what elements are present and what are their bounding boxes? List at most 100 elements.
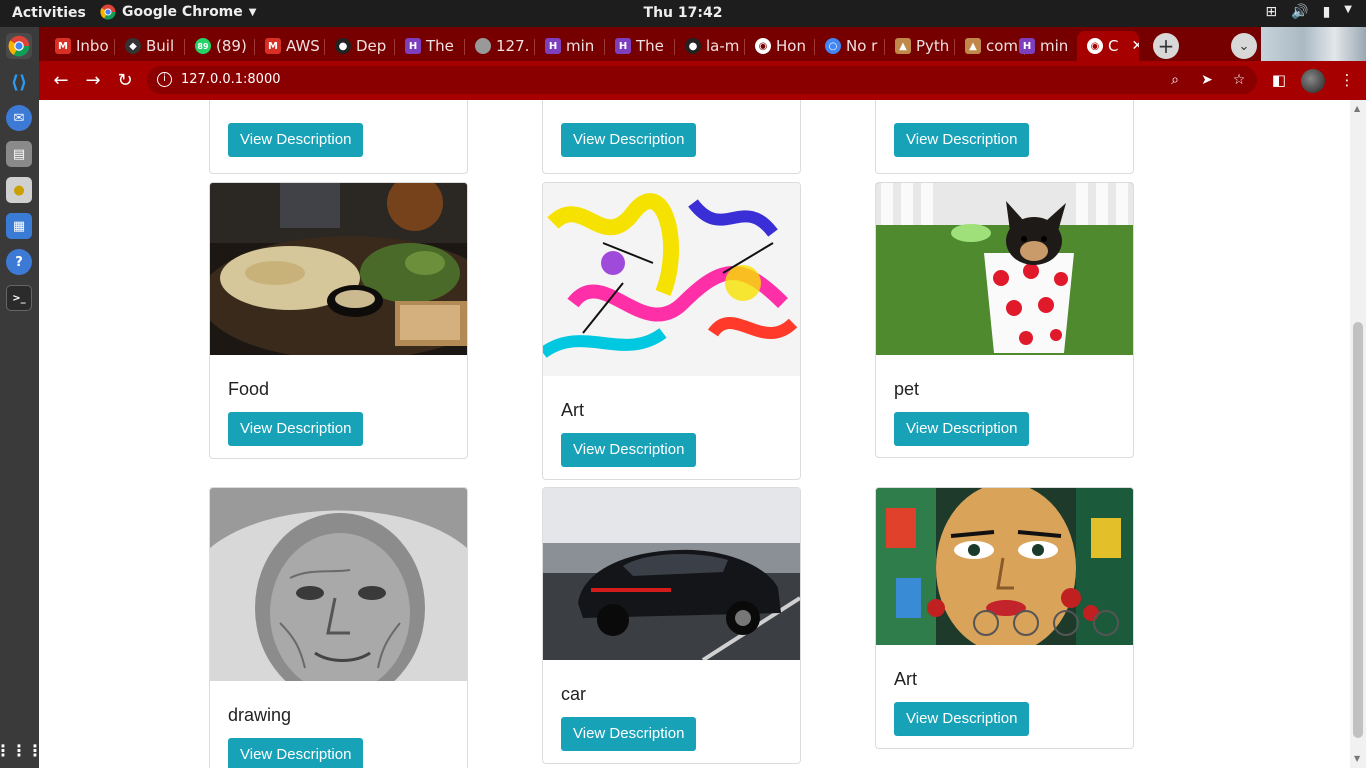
- tab-python[interactable]: ▲ Pyth: [885, 31, 955, 61]
- card-drawing: drawing View Description: [209, 487, 468, 768]
- dock-thunderbird[interactable]: ✉: [6, 105, 32, 131]
- tab-title: Buil: [146, 37, 175, 55]
- tab-title: la-m: [706, 37, 740, 55]
- info-icon[interactable]: i: [157, 72, 172, 87]
- tab-localhost[interactable]: 127.: [465, 31, 535, 61]
- tab-inbox[interactable]: M Inbo: [45, 31, 115, 61]
- view-description-button[interactable]: View Description: [894, 702, 1030, 736]
- menu-icon[interactable]: ⋮: [1337, 70, 1357, 90]
- black-sports-car-image: [543, 488, 800, 662]
- tab-title: The: [636, 37, 664, 55]
- dock-vscode[interactable]: ⟨⟩: [6, 69, 32, 95]
- tab-home[interactable]: ◉ Hon: [745, 31, 815, 61]
- terminal-icon: >_: [12, 292, 26, 304]
- globe-icon: ◉: [1087, 38, 1103, 54]
- view-description-button[interactable]: View Description: [228, 738, 364, 768]
- activities-button[interactable]: Activities: [12, 5, 86, 21]
- volume-icon: 🔊: [1291, 4, 1309, 20]
- loading-icon: [475, 38, 491, 54]
- github-icon: ●: [335, 38, 351, 54]
- tab-title: min: [1040, 37, 1069, 55]
- tab-title: The: [426, 37, 454, 55]
- abstract-paint-image: [543, 183, 800, 376]
- gmail-icon: M: [265, 38, 281, 54]
- card-title: pet: [894, 379, 920, 399]
- tab-search-button[interactable]: ⌄: [1231, 33, 1257, 59]
- card-art-1: Art View Description: [542, 182, 801, 480]
- hashnode-icon: H: [545, 38, 561, 54]
- tab-current[interactable]: ◉ C ✕: [1077, 31, 1139, 61]
- tab-mini-1[interactable]: Hmin: [535, 31, 605, 61]
- zoom-icon[interactable]: ⌕: [1165, 70, 1185, 90]
- forward-button[interactable]: →: [82, 69, 104, 91]
- chevron-down-icon: ▼: [248, 6, 257, 18]
- card-top-3: food View Description: [875, 100, 1134, 174]
- dock-chrome[interactable]: [6, 33, 32, 59]
- back-button[interactable]: ←: [50, 69, 72, 91]
- send-icon[interactable]: ➤: [1197, 70, 1217, 90]
- bookmark-star-icon[interactable]: ☆: [1229, 70, 1249, 90]
- show-apps-button[interactable]: ⋮⋮⋮: [0, 737, 43, 763]
- chrome-icon: [8, 35, 30, 57]
- browser-toolbar: ← → ↻ i 127.0.0.1:8000 ⌕ ➤ ☆ ◧ ⋮: [39, 61, 1366, 100]
- app-menu[interactable]: Google Chrome ▼: [100, 4, 256, 20]
- dock-help[interactable]: ?: [6, 249, 32, 275]
- chrome-icon: [100, 4, 116, 20]
- page-viewport: drawing View Description car View Descri…: [39, 100, 1350, 768]
- card-title: Art: [561, 400, 585, 420]
- system-tray[interactable]: ⊞ 🔊 ▮ ▼: [1265, 4, 1352, 20]
- page-scrollbar[interactable]: ▲ ▼: [1350, 100, 1366, 768]
- scroll-up-arrow-icon[interactable]: ▲: [1354, 104, 1360, 113]
- new-tab-button[interactable]: +: [1153, 33, 1179, 59]
- mail-icon: ✉: [13, 110, 25, 126]
- side-panel-icon[interactable]: ◧: [1269, 70, 1289, 90]
- address-bar[interactable]: i 127.0.0.1:8000 ⌕ ➤ ☆: [147, 66, 1257, 94]
- view-description-button[interactable]: View Description: [894, 123, 1030, 157]
- tab-la-m[interactable]: ● la-m: [675, 31, 745, 61]
- app-name: Google Chrome: [122, 4, 243, 20]
- music-icon: ●: [13, 182, 25, 198]
- tab-title: Pyth: [916, 37, 950, 55]
- tab-no-r[interactable]: ○ No r: [815, 31, 885, 61]
- arrow-left-icon: ←: [53, 69, 69, 91]
- tab-aws[interactable]: M AWS: [255, 31, 325, 61]
- card-title: Food: [228, 379, 270, 399]
- tab-mini-2[interactable]: Hmin: [1009, 31, 1075, 61]
- dock-terminal[interactable]: >_: [6, 285, 32, 311]
- view-description-button[interactable]: View Description: [561, 433, 697, 467]
- reload-button[interactable]: ↻: [114, 69, 136, 91]
- view-description-button[interactable]: View Description: [894, 412, 1030, 446]
- system-top-bar: Activities Google Chrome ▼ Thu 17:42 ⊞ 🔊…: [0, 0, 1366, 27]
- arrow-right-icon: →: [85, 69, 101, 91]
- hashnode-icon: H: [1019, 38, 1035, 54]
- chevron-down-icon: ▼: [1344, 4, 1352, 15]
- puppy-in-cup-image: [876, 183, 1133, 355]
- python-icon: ▲: [965, 38, 981, 54]
- tab-title: (89): [216, 37, 247, 55]
- tab-whatsapp[interactable]: 89 (89): [185, 31, 255, 61]
- tab-title: min: [566, 37, 595, 55]
- tab-the-1[interactable]: H The: [395, 31, 465, 61]
- view-description-button[interactable]: View Description: [561, 717, 697, 751]
- dock-files[interactable]: ▤: [6, 141, 32, 167]
- tab-title: Hon: [776, 37, 806, 55]
- tab-the-2[interactable]: H The: [605, 31, 675, 61]
- network-icon: ⊞: [1265, 4, 1278, 20]
- avatar[interactable]: [1301, 69, 1325, 93]
- scroll-down-arrow-icon[interactable]: ▼: [1354, 754, 1360, 763]
- dock-writer[interactable]: ▦: [6, 213, 32, 239]
- view-description-button[interactable]: View Description: [228, 123, 364, 157]
- card-pet: pet View Description: [875, 182, 1134, 458]
- dock-rhythmbox[interactable]: ●: [6, 177, 32, 203]
- tab-title: Inbo: [76, 37, 109, 55]
- view-description-button[interactable]: View Description: [228, 412, 364, 446]
- tab-build[interactable]: ◆ Buil: [115, 31, 185, 61]
- graffiti-face-image: [876, 488, 1133, 653]
- scrollbar-thumb[interactable]: [1353, 322, 1363, 738]
- tab-strip: M Inbo ◆ Buil 89 (89) M AWS ● Dep H The 127. H…: [39, 27, 1366, 61]
- tab-deploy[interactable]: ● Dep: [325, 31, 395, 61]
- card-title: drawing: [228, 705, 292, 725]
- view-description-button[interactable]: View Description: [561, 123, 697, 157]
- close-icon[interactable]: ✕: [1131, 38, 1139, 54]
- card-food: Food View Description: [209, 182, 468, 459]
